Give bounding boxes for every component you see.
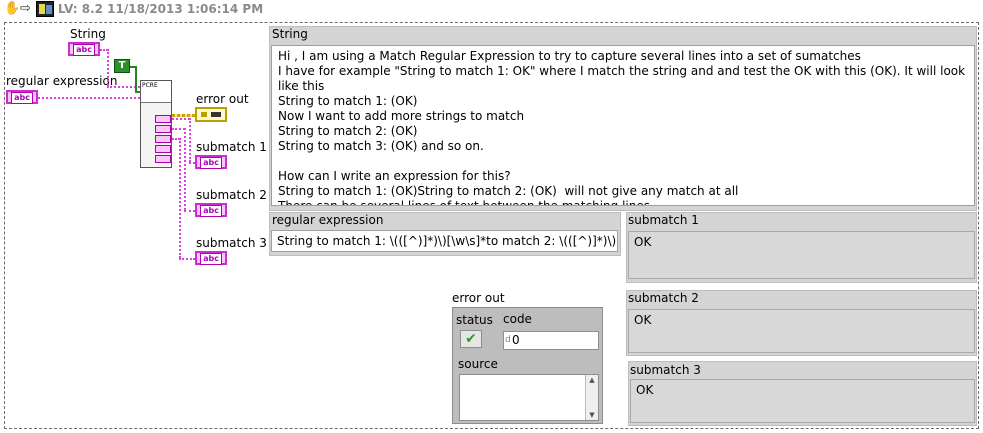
string-control[interactable]: Hi , I am using a Match Regular Expressi…	[271, 45, 975, 206]
error-out-terminal[interactable]	[195, 107, 227, 122]
true-constant[interactable]: T	[114, 59, 130, 73]
match-regex-node[interactable]: PCRE	[140, 80, 172, 168]
submatch3-label: submatch 3	[630, 363, 701, 377]
radix-indicator: d	[505, 335, 511, 345]
submatch2-label: submatch 2	[628, 291, 699, 305]
string-terminal-label: String	[70, 27, 106, 41]
error-out-terminal-label: error out	[196, 92, 249, 106]
regex-terminal-label: regular expression	[6, 74, 118, 88]
abc-glyph: abc	[200, 205, 222, 217]
submatch3-terminal-label: submatch 3	[196, 236, 267, 250]
submatch-wire	[184, 210, 195, 212]
vi-icon	[36, 1, 54, 17]
hand-icon[interactable]: ✋	[4, 1, 20, 16]
submatch-output-5	[155, 155, 171, 163]
status-indicator: ✔	[460, 330, 482, 348]
string-wire	[107, 49, 109, 86]
submatch2-terminal-label: submatch 2	[196, 188, 267, 202]
submatch-output-1	[155, 115, 171, 123]
source-scrollbar[interactable]: ▲ ▼	[585, 375, 598, 420]
regex-control[interactable]: String to match 1: \(([^)]*)\)[\w\s]*to …	[271, 230, 618, 252]
string-terminal[interactable]: abc	[68, 42, 100, 56]
abc-glyph: abc	[73, 44, 95, 56]
submatch-wire	[189, 118, 191, 162]
regex-terminal[interactable]: abc	[6, 90, 38, 104]
submatch-wire	[184, 128, 186, 210]
window-title: LV: 8.2 11/18/2013 1:06:14 PM	[58, 2, 264, 16]
toolbar: ✋ ⇨ LV: 8.2 11/18/2013 1:06:14 PM	[0, 0, 983, 18]
boolean-wire	[135, 66, 137, 92]
error-out-label: error out	[452, 291, 505, 305]
submatch-output-3	[155, 135, 171, 143]
regex-wire	[38, 97, 140, 99]
submatch1-indicator: OK	[628, 231, 975, 279]
abc-glyph: abc	[200, 157, 222, 169]
submatch-wire	[172, 118, 190, 120]
submatch-wire	[179, 258, 195, 260]
scroll-up-icon[interactable]: ▲	[586, 375, 598, 385]
code-value: 0	[512, 333, 520, 347]
submatch-wire	[179, 138, 181, 258]
submatch3-indicator: OK	[630, 379, 975, 423]
submatch-output-4	[155, 145, 171, 153]
scroll-down-icon[interactable]: ▼	[586, 410, 598, 420]
submatch1-label: submatch 1	[628, 213, 699, 227]
abc-glyph: abc	[200, 253, 222, 265]
arrow-icon[interactable]: ⇨	[20, 2, 34, 16]
code-label: code	[503, 312, 532, 326]
regex-control-label: regular expression	[272, 213, 384, 227]
check-icon: ✔	[465, 331, 477, 347]
pcre-node-header: PCRE	[141, 81, 171, 103]
submatch2-indicator: OK	[628, 309, 975, 353]
abc-glyph: abc	[11, 92, 33, 104]
error-wire	[172, 114, 195, 117]
submatch-output-2	[155, 125, 171, 133]
source-field[interactable]: ▲ ▼	[459, 374, 599, 421]
submatch1-terminal-label: submatch 1	[196, 140, 267, 154]
code-field: d 0	[503, 331, 599, 350]
source-label: source	[458, 357, 498, 371]
string-control-label: String	[272, 27, 308, 41]
status-label: status	[456, 313, 493, 327]
submatch2-terminal[interactable]: abc	[195, 203, 227, 217]
submatch1-terminal[interactable]: abc	[195, 155, 227, 169]
submatch3-terminal[interactable]: abc	[195, 251, 227, 265]
